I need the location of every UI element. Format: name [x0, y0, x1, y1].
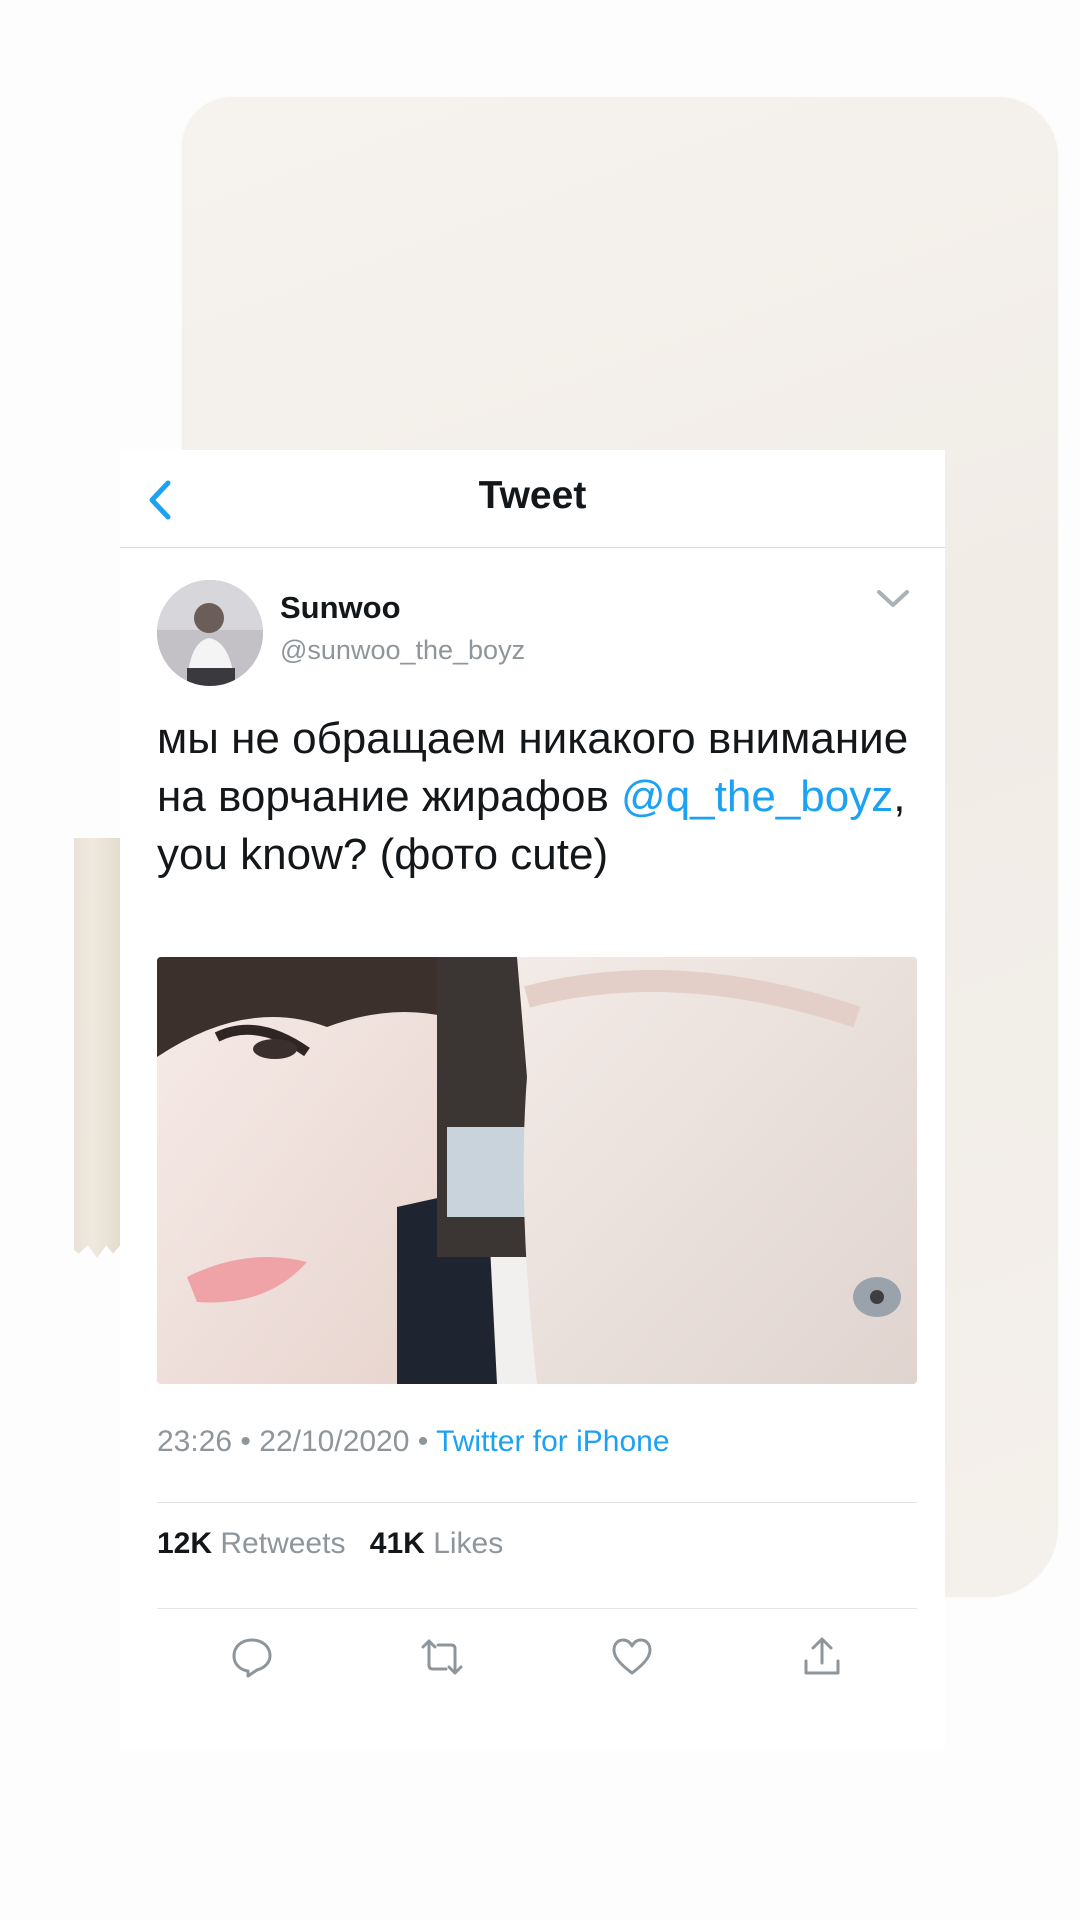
mention-link[interactable]: @q_the_boyz: [621, 772, 893, 821]
retweets-label: Retweets: [220, 1527, 346, 1560]
like-icon[interactable]: [610, 1635, 654, 1679]
tweet-time: 23:26: [157, 1425, 233, 1458]
retweet-icon[interactable]: [420, 1635, 464, 1679]
action-bar: [157, 1625, 917, 1695]
retweets-count: 12K: [157, 1527, 213, 1560]
user-handle[interactable]: @sunwoo_the_boyz: [280, 635, 525, 666]
meta-separator: •: [240, 1425, 251, 1458]
tweet-date: 22/10/2020: [259, 1425, 410, 1458]
tweet-stats: 12K Retweets 41K Likes: [157, 1527, 519, 1561]
tweet-header: Tweet: [120, 450, 945, 548]
retweets-stat[interactable]: 12K Retweets: [157, 1527, 345, 1560]
tweet-meta: 23:26 • 22/10/2020 • Twitter for iPhone: [157, 1425, 670, 1459]
tweet-photo-image: [157, 957, 917, 1384]
user-name[interactable]: Sunwoo: [280, 590, 401, 626]
background-tape: [74, 838, 120, 1258]
page-title: Tweet: [478, 474, 587, 517]
divider: [157, 1502, 917, 1503]
likes-label: Likes: [433, 1527, 504, 1560]
avatar-image: [157, 580, 263, 686]
tweet-source-link[interactable]: Twitter for iPhone: [436, 1425, 669, 1458]
share-icon[interactable]: [800, 1635, 844, 1679]
likes-stat[interactable]: 41K Likes: [370, 1527, 503, 1560]
tweet-card: Tweet Sunwoo @sunwoo_the_boyz мы не обра…: [120, 450, 945, 1750]
reply-icon[interactable]: [230, 1635, 274, 1679]
likes-count: 41K: [369, 1527, 425, 1560]
tweet-text: мы не обращаем никакого внимание на ворч…: [157, 710, 917, 884]
tweet-photo[interactable]: [157, 957, 917, 1384]
meta-separator: •: [417, 1425, 429, 1458]
divider: [157, 1608, 917, 1609]
chevron-down-icon[interactable]: [873, 580, 913, 620]
avatar[interactable]: [157, 580, 263, 686]
